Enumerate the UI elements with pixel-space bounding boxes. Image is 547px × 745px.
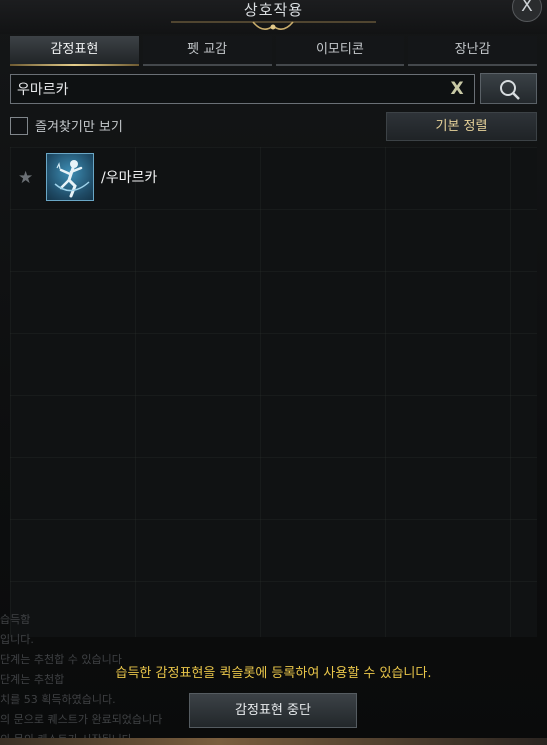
search-box: X <box>10 74 475 104</box>
title-ornament <box>171 21 376 30</box>
chat-line: 습득함 <box>0 613 31 626</box>
dance-emote-icon <box>46 153 94 201</box>
search-button[interactable] <box>480 73 537 104</box>
stop-emote-button[interactable]: 감정표현 중단 <box>189 693 357 728</box>
search-input[interactable] <box>11 75 441 103</box>
sort-button[interactable]: 기본 정렬 <box>386 112 537 141</box>
bottom-edge <box>0 738 547 745</box>
tab-emotes[interactable]: 감정표현 <box>10 36 139 66</box>
favorite-star-icon[interactable]: ★ <box>18 168 33 188</box>
title-bar[interactable]: 상호작용 X <box>0 0 547 34</box>
tab-bar: 감정표현 펫 교감 이모티콘 장난감 <box>10 36 537 66</box>
list-item[interactable]: ★ /우마르카 <box>10 153 537 203</box>
search-icon <box>500 80 520 100</box>
emote-list: ★ /우마르카 <box>10 147 537 637</box>
notice-text: 습득한 감정표현을 퀵슬롯에 등록하여 사용할 수 있습니다. <box>115 666 432 681</box>
tab-pet-bond[interactable]: 펫 교감 <box>142 36 272 66</box>
favorites-only-checkbox[interactable] <box>10 117 28 135</box>
interaction-window: 상호작용 X 감정표현 펫 교감 이모티콘 장난감 X 즐겨찾기만 보기 기본 … <box>0 0 547 745</box>
tab-emoticons[interactable]: 이모티콘 <box>275 36 405 66</box>
emote-name: /우마르카 <box>101 170 158 186</box>
tab-toys[interactable]: 장난감 <box>408 36 537 66</box>
search-clear-button[interactable]: X <box>448 78 466 100</box>
favorites-only-label: 즐겨찾기만 보기 <box>35 120 123 135</box>
chat-line: 입니다. <box>0 633 34 646</box>
